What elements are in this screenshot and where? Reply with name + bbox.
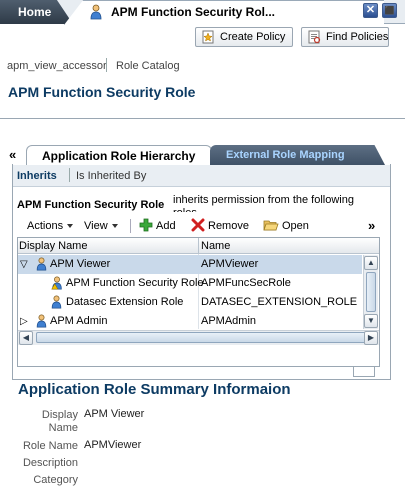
user-role-icon (90, 4, 102, 20)
add-icon (139, 218, 153, 232)
more-actions-icon[interactable]: » (368, 217, 375, 235)
tab-external-role-mapping[interactable]: External Role Mapping (210, 145, 385, 165)
find-policies-button[interactable]: Find Policies (301, 27, 389, 47)
collapse-toggle-icon[interactable]: ▽ (20, 255, 28, 274)
divider (0, 118, 405, 119)
maximize-icon[interactable]: ⬛ (382, 3, 397, 18)
tab-application-role-hierarchy[interactable]: Application Role Hierarchy (26, 145, 212, 165)
role-name-value: APMViewer (84, 439, 142, 451)
vertical-scroll-thumb[interactable] (366, 272, 376, 312)
chevron-down-icon (67, 224, 74, 229)
actions-menu[interactable]: Actions (27, 217, 74, 235)
page-title: APM Function Security Role (8, 84, 196, 100)
breadcrumb-separator (106, 58, 107, 72)
horizontal-scroll-thumb[interactable] (36, 332, 366, 343)
column-header-display-name[interactable]: Display Name (19, 239, 87, 253)
view-menu[interactable]: View (84, 217, 118, 235)
scroll-up-icon[interactable]: ▲ (364, 256, 378, 270)
display-name-value: APM Viewer (84, 408, 145, 420)
create-policy-button[interactable]: Create Policy (195, 27, 293, 47)
remove-icon (191, 218, 205, 232)
breadcrumb-apm-view-accessor[interactable]: apm_view_accessor (7, 60, 107, 72)
role-name-label: Role Name (22, 440, 78, 452)
open-label: Open (282, 220, 309, 232)
warning-role-icon (51, 276, 63, 293)
display-name-label: Display Name (41, 409, 78, 434)
row-display-name: APM Admin (50, 315, 108, 327)
row-display-name: APM Viewer (50, 258, 111, 270)
section-description: inherits permission from the following r… (173, 194, 354, 212)
row-name: APMFuncSecRole (201, 277, 291, 289)
actions-label: Actions (27, 220, 64, 232)
row-name: DATASEC_EXTENSION_ROLE (201, 296, 358, 308)
close-tab-icon[interactable]: ✕ (363, 3, 378, 18)
inherits-separator (69, 168, 70, 182)
scroll-down-icon[interactable]: ▼ (364, 314, 378, 328)
tab-apm-function-security-role[interactable]: APM Function Security Rol... (64, 0, 384, 25)
add-button[interactable]: Add (139, 217, 176, 235)
row-name: APMAdmin (201, 315, 257, 327)
scroll-left-icon[interactable]: ◀ (19, 331, 33, 345)
scroll-right-icon[interactable]: ▶ (364, 331, 378, 345)
tab-inherits[interactable]: Inherits (17, 170, 57, 182)
remove-label: Remove (208, 220, 249, 232)
row-name: APMViewer (201, 258, 259, 270)
breadcrumb-role-catalog[interactable]: Role Catalog (116, 60, 180, 72)
row-display-name: APM Function Security Role (66, 277, 204, 289)
create-policy-label: Create Policy (220, 31, 286, 43)
user-role-icon (36, 314, 47, 331)
expand-toggle-icon[interactable]: ▷ (20, 312, 28, 331)
collapse-panel-icon[interactable]: « (9, 147, 16, 162)
user-role-icon (51, 295, 62, 312)
column-header-name[interactable]: Name (201, 239, 230, 253)
tab-is-inherited-by[interactable]: Is Inherited By (76, 170, 146, 182)
resize-handle[interactable] (353, 367, 375, 377)
add-label: Add (156, 220, 176, 232)
create-policy-icon (202, 30, 214, 44)
view-label: View (84, 220, 108, 232)
column-divider (198, 238, 199, 254)
summary-title: Application Role Summary Informaion (18, 381, 291, 398)
user-role-icon (36, 257, 47, 274)
folder-open-icon (263, 220, 279, 231)
find-policies-label: Find Policies (326, 31, 389, 43)
category-label: Category (33, 474, 78, 486)
toolbar-separator (130, 219, 131, 233)
find-policies-icon (308, 30, 321, 44)
description-label: Description (22, 457, 78, 469)
remove-button[interactable]: Remove (191, 217, 249, 235)
chevron-down-icon (111, 224, 118, 229)
open-button[interactable]: Open (263, 217, 309, 235)
row-display-name: Datasec Extension Role (66, 296, 184, 308)
section-heading: APM Function Security Role (17, 199, 165, 211)
